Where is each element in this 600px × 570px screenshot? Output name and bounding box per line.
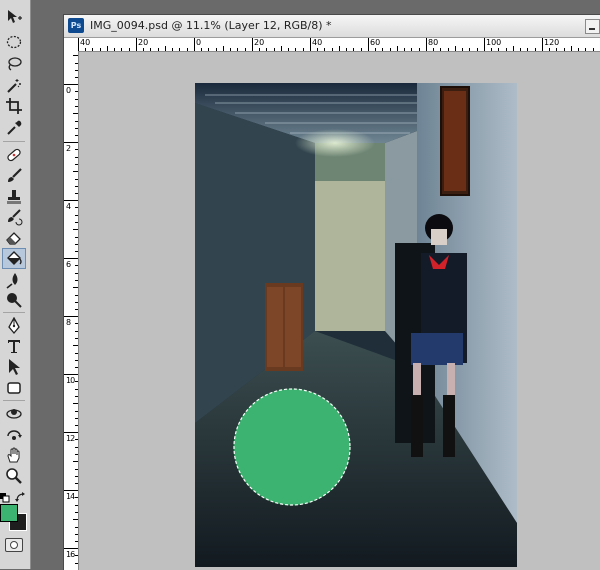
ruler-label: 100	[486, 38, 502, 47]
eyedropper-icon	[7, 120, 22, 135]
move-tool[interactable]	[3, 7, 25, 26]
ruler-label: 40	[312, 38, 323, 47]
ruler-label: 40	[80, 38, 91, 47]
paint-bucket-tool[interactable]	[2, 248, 26, 269]
dodge-icon	[7, 292, 22, 308]
ruler-label: 4	[66, 202, 72, 211]
eraser-tool[interactable]	[3, 227, 25, 246]
shape-icon	[7, 381, 21, 394]
3d-rotate-tool[interactable]	[3, 404, 25, 423]
tools-divider	[3, 312, 25, 313]
document-image	[195, 83, 517, 567]
swap-colors-icon	[15, 492, 25, 502]
vertical-ruler[interactable]: 0 2 4 6 8 10 12 14 16	[64, 52, 79, 570]
move-icon	[8, 9, 22, 23]
tools-divider	[3, 400, 25, 401]
ruler-label: 20	[254, 38, 265, 47]
foreground-color-swatch[interactable]	[0, 504, 18, 522]
lasso-icon	[8, 56, 22, 71]
clone-stamp-tool[interactable]	[3, 187, 25, 206]
path-selection-tool[interactable]	[3, 357, 25, 376]
marquee-icon	[6, 35, 22, 48]
pen-icon	[8, 316, 20, 334]
3d-orbit-icon	[7, 429, 22, 440]
default-colors-icon	[0, 493, 10, 503]
brush-tool[interactable]	[3, 166, 25, 185]
document-title: IMG_0094.psd @ 11.1% (Layer 12, RGB/8) *	[90, 19, 332, 32]
photoshop-logo-icon: Ps	[68, 18, 84, 33]
minimize-button[interactable]	[585, 19, 600, 34]
marquee-tool[interactable]	[3, 32, 25, 51]
zoom-tool[interactable]	[3, 466, 25, 485]
3d-rotate-icon	[6, 408, 22, 419]
hand-icon	[7, 446, 20, 462]
ruler-label: 14	[66, 492, 75, 501]
eraser-icon	[6, 231, 21, 245]
type-icon	[8, 339, 20, 353]
dodge-tool[interactable]	[3, 290, 25, 309]
blur-icon	[6, 272, 18, 289]
healing-brush-icon	[7, 148, 21, 161]
quick-mask-button[interactable]	[5, 538, 23, 552]
ruler-label: 20	[138, 38, 149, 47]
ruler-origin[interactable]	[64, 38, 79, 53]
lasso-tool[interactable]	[3, 54, 25, 73]
history-brush-tool[interactable]	[3, 207, 25, 226]
crop-tool[interactable]	[3, 96, 25, 115]
brush-icon	[8, 167, 22, 182]
history-brush-icon	[8, 208, 23, 225]
ruler-label: 12	[66, 434, 75, 443]
shape-tool[interactable]	[3, 378, 25, 397]
clone-stamp-icon	[7, 189, 21, 204]
tools-divider	[3, 141, 25, 142]
magic-wand-icon	[7, 78, 21, 93]
ruler-label: 6	[66, 260, 72, 269]
horizontal-ruler-ticks	[78, 38, 600, 51]
type-tool[interactable]	[3, 336, 25, 355]
healing-brush-tool[interactable]	[3, 145, 25, 164]
swap-colors-button[interactable]	[15, 488, 26, 502]
pen-tool[interactable]	[3, 316, 25, 335]
blur-tool[interactable]	[3, 270, 25, 289]
ruler-label: 16	[66, 550, 75, 559]
ruler-label: 0	[66, 86, 72, 95]
tools-panel	[0, 0, 31, 569]
ruler-label: 80	[428, 38, 439, 47]
ruler-label: 8	[66, 318, 72, 327]
ruler-label: 10	[66, 376, 75, 385]
hand-tool[interactable]	[3, 445, 25, 464]
document-titlebar[interactable]: Ps IMG_0094.psd @ 11.1% (Layer 12, RGB/8…	[64, 15, 600, 38]
ruler-label: 2	[66, 144, 72, 153]
ruler-label: 0	[196, 38, 202, 47]
document-window: Ps IMG_0094.psd @ 11.1% (Layer 12, RGB/8…	[63, 14, 600, 570]
default-colors-button[interactable]	[0, 488, 10, 503]
zoom-icon	[6, 467, 22, 484]
eyedropper-tool[interactable]	[3, 118, 25, 137]
magic-wand-tool[interactable]	[3, 76, 25, 95]
horizontal-ruler[interactable]: 40 20 0 20 40 60 80 100 120	[78, 38, 600, 52]
paint-bucket-icon	[7, 250, 22, 265]
canvas-area[interactable]	[79, 52, 600, 570]
path-selection-icon	[9, 358, 20, 375]
3d-orbit-tool[interactable]	[3, 425, 25, 444]
crop-icon	[6, 97, 22, 114]
ruler-label: 120	[544, 38, 560, 47]
ruler-label: 60	[370, 38, 381, 47]
